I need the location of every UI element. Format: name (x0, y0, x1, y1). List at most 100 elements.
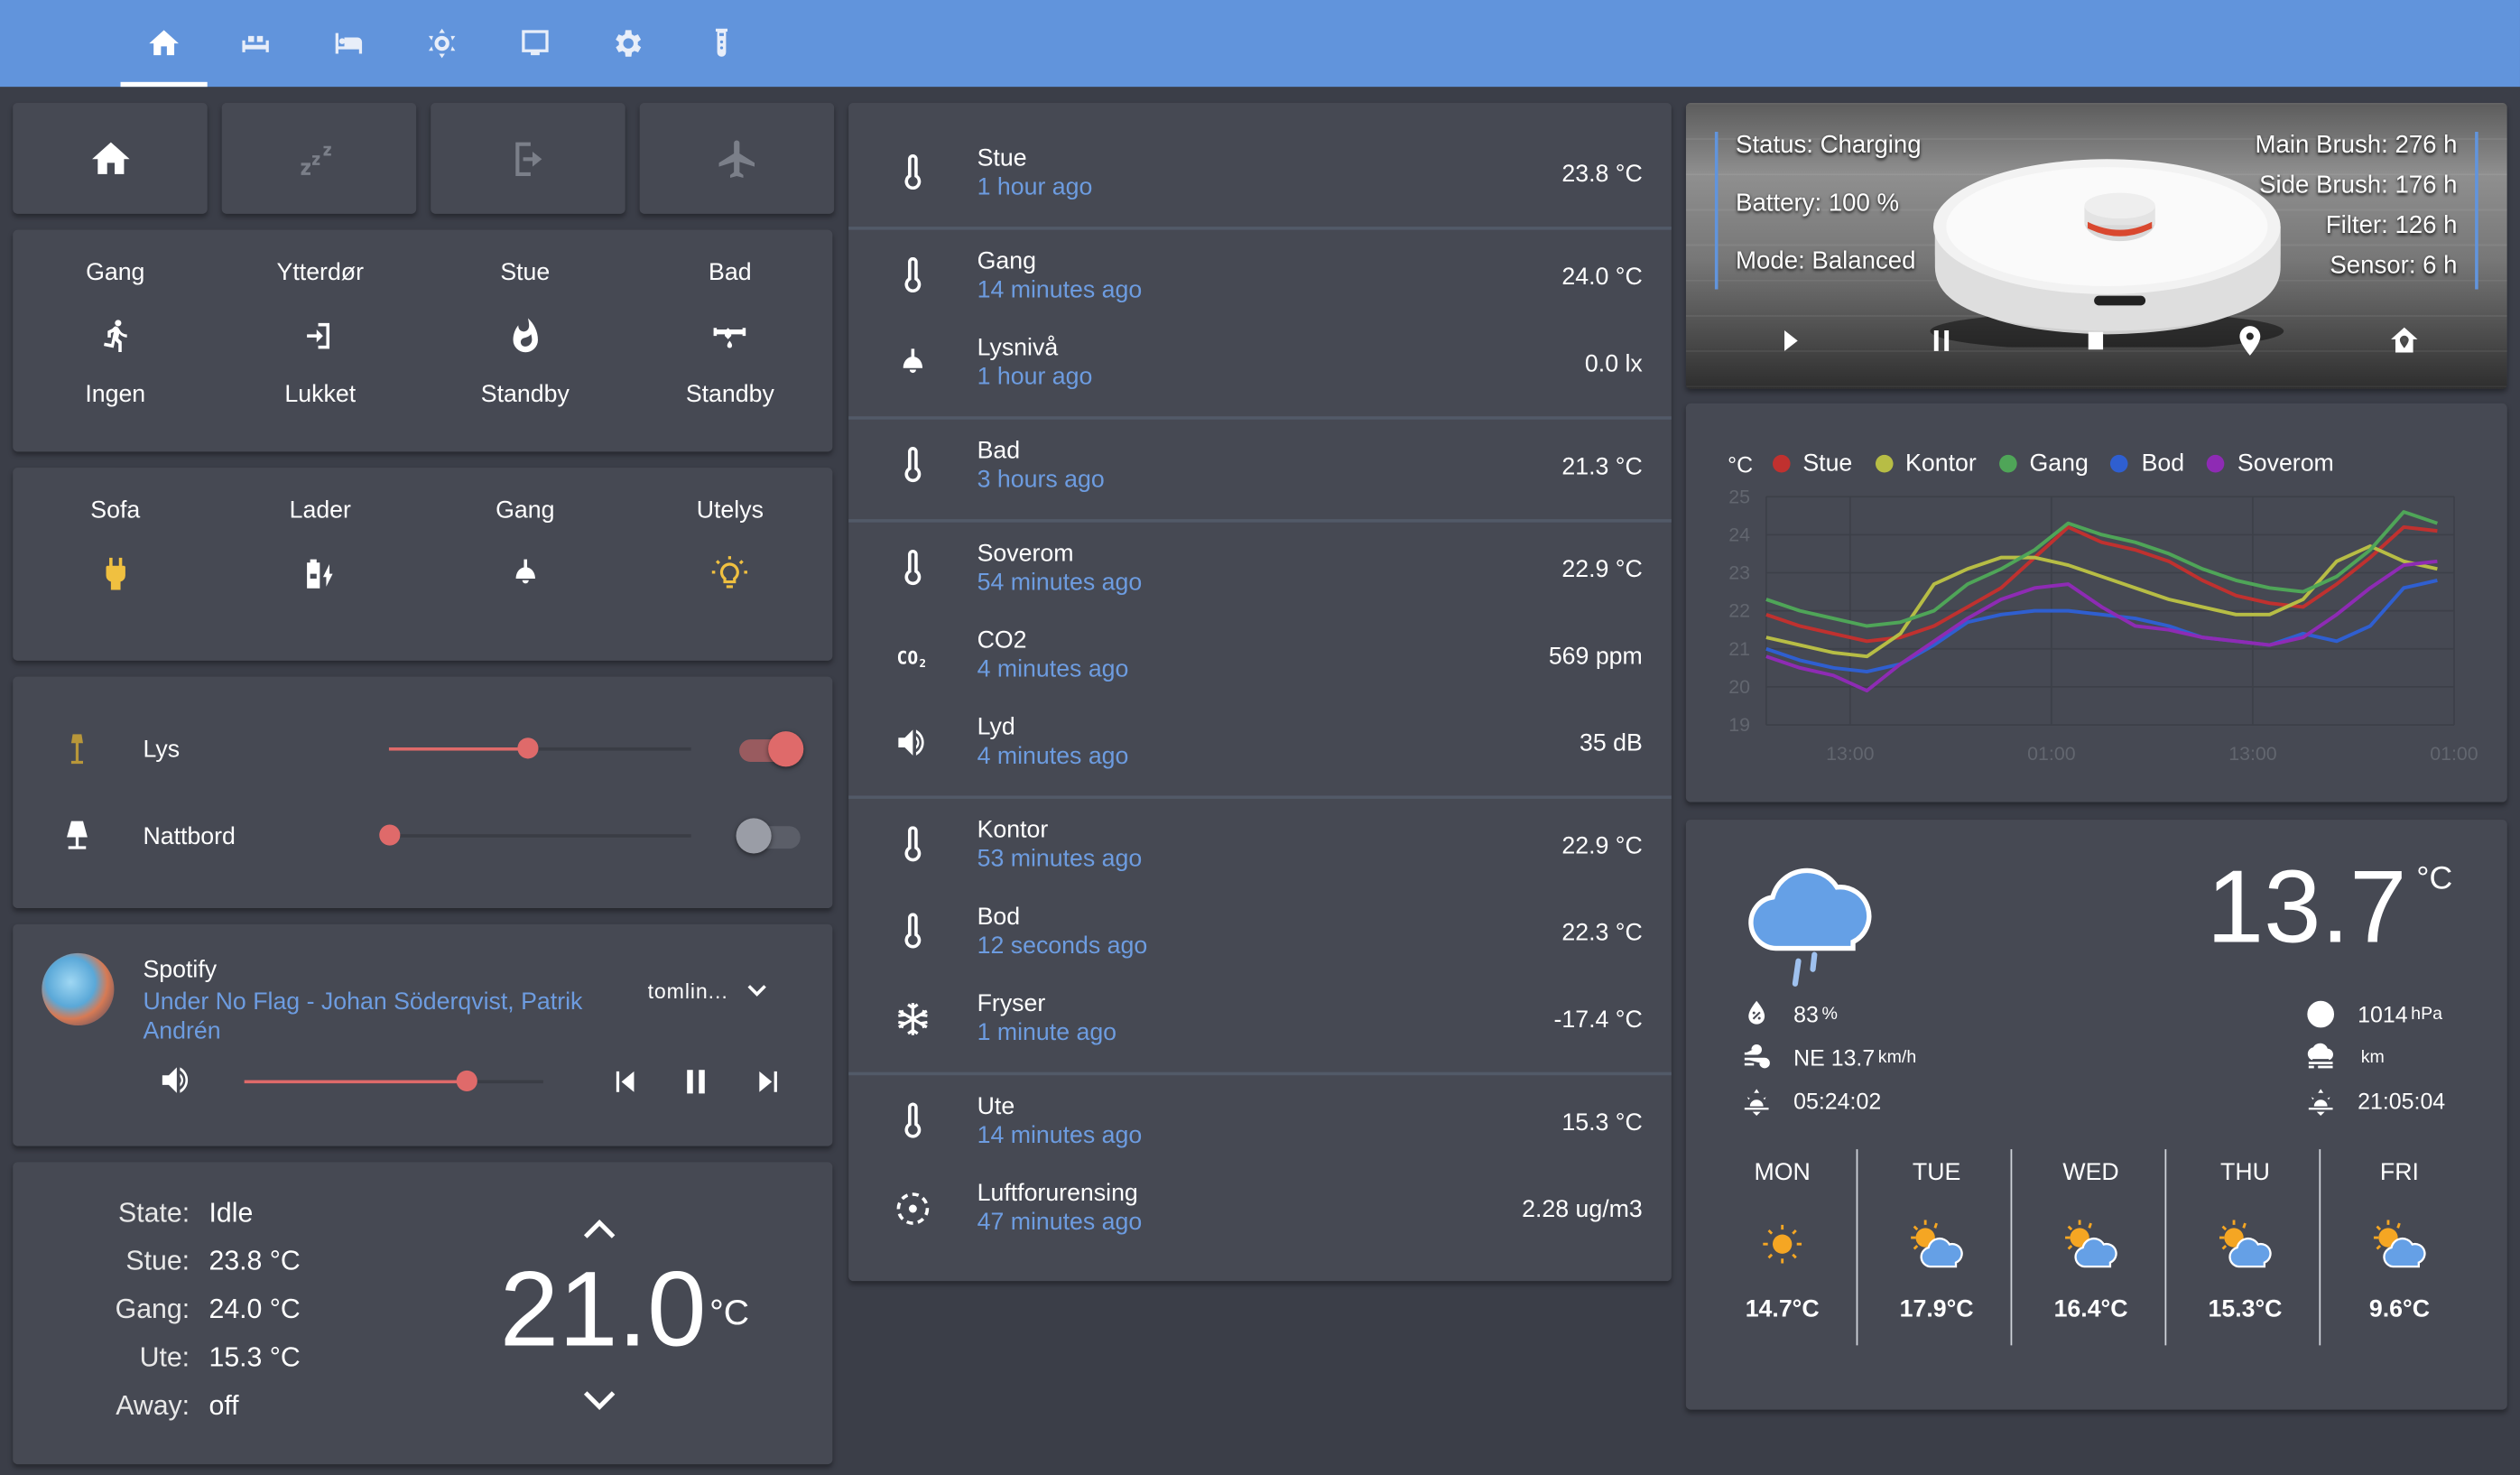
album-art (42, 952, 115, 1026)
source-select[interactable]: tomlin... (648, 974, 774, 1007)
entity-row[interactable]: Gang 14 minutes ago 24.0 °C (848, 233, 1672, 320)
forecast-separator (2319, 1149, 2321, 1346)
entity-row[interactable]: Soverom 54 minutes ago 22.9 °C (848, 525, 1672, 612)
map-marker-icon (2239, 326, 2261, 356)
increase-temp-button[interactable] (579, 1211, 620, 1246)
entity-row[interactable]: Lysnivå 1 hour ago 0.0 lx (848, 320, 1672, 406)
sunny-icon (1763, 1224, 1802, 1264)
slider-knob[interactable] (379, 824, 401, 846)
brightness-icon (428, 28, 456, 59)
last-changed: 4 minutes ago (977, 742, 1129, 770)
forecast-separator (2164, 1149, 2167, 1346)
tab-media[interactable] (492, 0, 579, 87)
forecast-temp: 14.7°C (1745, 1295, 1820, 1323)
previous-track-icon[interactable] (607, 1064, 643, 1099)
x-tick-label: 01:00 (2027, 743, 2076, 765)
entity-row[interactable]: Fryser 1 minute ago -17.4 °C (848, 976, 1672, 1062)
temperature-chart: 25 24 23 22 21 20 19 13:00 01:00 13:00 01:00 (1728, 486, 2478, 765)
monitor-icon (522, 30, 549, 56)
entity-value: 15.3 °C (1561, 1108, 1643, 1136)
entity-state: Ingen (85, 381, 146, 409)
switch-gang[interactable]: Gang (422, 495, 627, 617)
switch-sofa[interactable]: Sofa (13, 495, 218, 617)
entity-row[interactable]: Bad 3 hours ago 21.3 °C (848, 422, 1672, 509)
mode-home-button[interactable] (13, 102, 208, 214)
forecast-separator (1856, 1149, 1858, 1346)
air-quality-icon (896, 1192, 930, 1225)
brightness-slider[interactable] (379, 824, 691, 846)
entity-row[interactable]: Bod 12 seconds ago 22.3 °C (848, 889, 1672, 976)
entity-value: 21.3 °C (1561, 452, 1643, 480)
entity-name: Fryser (977, 989, 1046, 1018)
binary-sensor-bad[interactable]: Bad Standby (627, 257, 832, 412)
entity-row[interactable]: Stue 1 hour ago 23.8 °C (848, 130, 1672, 217)
slider-knob[interactable] (456, 1070, 477, 1092)
y-tick-label: 22 (1728, 600, 1750, 622)
entity-name: CO2 (977, 626, 1027, 654)
last-changed: 47 minutes ago (977, 1209, 1143, 1237)
forecast-day: THU 15.3°C (2168, 1149, 2322, 1345)
next-track-icon[interactable] (751, 1064, 786, 1099)
last-changed: 1 hour ago (977, 173, 1093, 201)
vacuum-locate-button[interactable] (2228, 319, 2273, 364)
fire-icon (513, 318, 538, 353)
brightness-slider[interactable] (388, 738, 691, 759)
entity-row[interactable]: Ute 14 minutes ago 15.3 °C (848, 1079, 1672, 1165)
entity-value: 2.28 ug/m3 (1522, 1194, 1643, 1223)
sleep-icon (300, 144, 330, 175)
entity-row[interactable]: Luftforurensing 47 minutes ago 2.28 ug/m3 (848, 1165, 1672, 1252)
partly-cloudy-icon (2373, 1220, 2426, 1268)
vacuum-start-button[interactable] (1768, 319, 1813, 364)
forecast-day: MON 14.7°C (1705, 1149, 1859, 1345)
tab-lighting[interactable] (399, 0, 486, 87)
entity-row[interactable]: CO 2 CO2 4 minutes ago 569 ppm (848, 612, 1672, 699)
stop-icon (2088, 331, 2104, 350)
entity-row[interactable]: Lyd 4 minutes ago 35 dB (848, 700, 1672, 786)
forecast-separator (2010, 1149, 2013, 1346)
last-changed: 1 hour ago (977, 363, 1093, 391)
vacuum-card: Status: Charging Battery: 100 % Mode: Ba… (1685, 102, 2507, 389)
vacuum-stop-button[interactable] (2073, 319, 2118, 364)
tab-bedroom[interactable] (305, 0, 392, 87)
tab-living-room[interactable] (212, 0, 299, 87)
volume-slider[interactable] (244, 1070, 543, 1092)
group-divider (848, 227, 1672, 230)
slider-knob[interactable] (518, 738, 540, 759)
wind-icon (1744, 1044, 1770, 1069)
vacuum-pause-button[interactable] (1919, 319, 1964, 364)
binary-sensor-stue[interactable]: Stue Standby (422, 257, 627, 412)
mode-sleep-button[interactable] (221, 102, 417, 214)
entity-row[interactable]: Kontor 53 minutes ago 22.9 °C (848, 802, 1672, 889)
tab-home[interactable] (120, 0, 208, 88)
tab-dev[interactable] (678, 0, 764, 87)
binary-sensor-ytterdor[interactable]: Ytterdør Lukket (218, 257, 422, 412)
mode-away-button[interactable] (431, 102, 625, 214)
y-tick-label: 24 (1728, 524, 1750, 545)
volume-icon[interactable] (157, 1061, 196, 1099)
decrease-temp-button[interactable] (579, 1384, 620, 1419)
battery-charging-icon (307, 559, 334, 589)
target-temp-value: 21.0 (499, 1248, 707, 1368)
entity-name: Stue (500, 258, 551, 286)
gauge-icon (2307, 1000, 2335, 1028)
vacuum-battery: Battery: 100 % (1736, 190, 1900, 218)
home-icon (149, 30, 179, 56)
forecast-day: TUE 17.9°C (1859, 1149, 2014, 1345)
last-changed: 53 minutes ago (977, 845, 1143, 873)
mode-vacation-button[interactable] (639, 102, 835, 214)
pause-icon[interactable] (678, 1064, 713, 1099)
entity-value: 22.9 °C (1561, 831, 1643, 859)
thermometer-icon (904, 153, 922, 190)
entity-name: Bad (977, 437, 1021, 465)
binary-sensor-gang[interactable]: Gang Ingen (13, 257, 218, 412)
switch-lader[interactable]: Lader (218, 495, 422, 617)
sofa-icon (242, 35, 269, 52)
tab-settings[interactable] (585, 0, 672, 87)
vacuum-return-home-button[interactable] (2382, 319, 2427, 364)
bed-icon (335, 32, 363, 54)
light-toggle[interactable] (737, 731, 804, 767)
entity-name: Lyd (977, 713, 1015, 741)
entity-name: Gang (977, 247, 1036, 275)
switch-utelys[interactable]: Utelys (627, 495, 832, 617)
light-toggle[interactable] (736, 818, 804, 854)
